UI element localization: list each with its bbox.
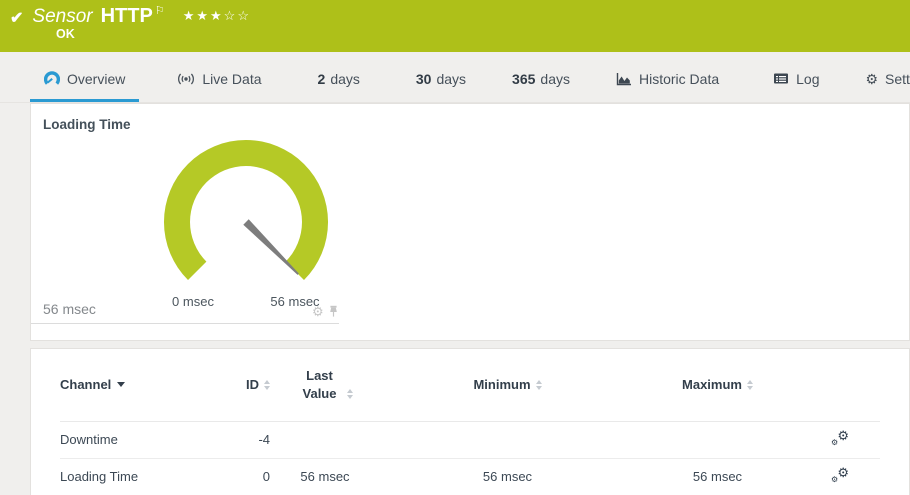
tab-overview[interactable]: Overview — [30, 58, 139, 102]
tab-label: Overview — [67, 71, 125, 87]
column-label: Channel — [60, 377, 111, 392]
sort-toggle-icon — [264, 380, 270, 390]
gauge-title: Loading Time — [43, 117, 131, 132]
live-data-icon — [177, 72, 195, 86]
column-header-maximum[interactable]: Maximum — [635, 349, 800, 421]
column-label: ID — [246, 377, 259, 392]
gauge-current-value: 56 msec — [43, 301, 96, 317]
historic-data-icon — [616, 72, 632, 86]
channel-settings-icon[interactable]: ⚙⚙ — [831, 467, 849, 483]
priority-flag-icon[interactable]: ⚐ — [155, 4, 165, 17]
gauge-arc — [164, 140, 328, 280]
log-icon — [773, 72, 789, 85]
table-row-loading-time: Loading Time 0 56 msec 56 msec 56 msec ⚙… — [60, 458, 880, 495]
sensor-status-bar: ✔ Sensor HTTP ⚐ ★★★☆☆ OK — [0, 0, 910, 52]
tab-historic-data[interactable]: Historic Data — [608, 58, 727, 102]
column-header-channel[interactable]: Channel — [60, 349, 242, 421]
settings-gear-icon: ⚙ — [865, 72, 878, 86]
column-label: Last Value — [298, 367, 342, 402]
column-header-minimum[interactable]: Minimum — [380, 349, 635, 421]
channel-id-cell: 0 — [242, 458, 270, 495]
tab-label: Historic Data — [639, 71, 719, 87]
tab-number: 2 — [318, 71, 326, 87]
sensor-name: HTTP — [101, 5, 153, 28]
channel-settings-icon[interactable]: ⚙⚙ — [831, 430, 849, 446]
channel-last-value-cell — [270, 421, 380, 458]
column-header-id[interactable]: ID — [242, 349, 270, 421]
column-header-last-value[interactable]: Last Value — [270, 349, 380, 421]
tab-number: 30 — [416, 71, 432, 87]
gauge-needle — [243, 219, 299, 275]
sort-toggle-icon — [747, 380, 753, 390]
tab-label: Settings — [885, 71, 910, 87]
widget-pin-icon[interactable] — [328, 305, 339, 318]
channel-maximum-cell — [635, 421, 800, 458]
widget-gear-icon[interactable]: ⚙ — [312, 305, 324, 318]
tab-label: days — [540, 71, 570, 87]
tab-label: days — [436, 71, 466, 87]
status-check-icon: ✔ — [10, 8, 23, 28]
tab-settings[interactable]: ⚙ Settings — [857, 58, 910, 102]
sensor-tab-bar: Overview Live Data 2 days 30 days 365 da… — [0, 52, 910, 103]
table-header-row: Channel ID Last Value — [60, 349, 880, 421]
column-label: Maximum — [682, 377, 742, 392]
tab-30-days[interactable]: 30 days — [408, 58, 474, 102]
priority-stars[interactable]: ★★★☆☆ — [183, 8, 251, 24]
gauge-icon — [44, 71, 60, 87]
tab-label: days — [330, 71, 360, 87]
gauge-widget-divider — [31, 323, 339, 324]
sensor-status-text: OK — [56, 27, 75, 41]
sort-descending-icon — [117, 382, 125, 387]
channel-last-value-cell: 56 msec — [270, 458, 380, 495]
tab-log[interactable]: Log — [765, 58, 827, 102]
table-row-downtime: Downtime -4 ⚙⚙ — [60, 421, 880, 458]
tab-number: 365 — [512, 71, 535, 87]
overview-gauge-panel: Loading Time 0 msec 56 msec 56 msec ⚙ — [30, 103, 910, 341]
channel-maximum-cell: 56 msec — [635, 458, 800, 495]
channel-id-cell: -4 — [242, 421, 270, 458]
tab-label: Log — [796, 71, 819, 87]
column-header-actions — [800, 349, 880, 421]
sort-toggle-icon — [536, 380, 542, 390]
channel-minimum-cell — [380, 421, 635, 458]
channel-name-cell: Loading Time — [60, 458, 242, 495]
tab-2-days[interactable]: 2 days — [310, 58, 368, 102]
tab-live-data[interactable]: Live Data — [169, 58, 269, 102]
tab-label: Live Data — [202, 71, 261, 87]
channel-table-panel: Channel ID Last Value — [30, 348, 910, 495]
channel-minimum-cell: 56 msec — [380, 458, 635, 495]
loading-time-gauge — [161, 137, 331, 287]
object-type-label: Sensor — [32, 6, 92, 28]
tab-365-days[interactable]: 365 days — [504, 58, 578, 102]
column-label: Minimum — [473, 377, 530, 392]
channel-table: Channel ID Last Value — [60, 349, 880, 495]
channel-name-cell: Downtime — [60, 421, 242, 458]
sort-toggle-icon — [347, 389, 353, 399]
gauge-min-label: 0 msec — [153, 294, 233, 309]
